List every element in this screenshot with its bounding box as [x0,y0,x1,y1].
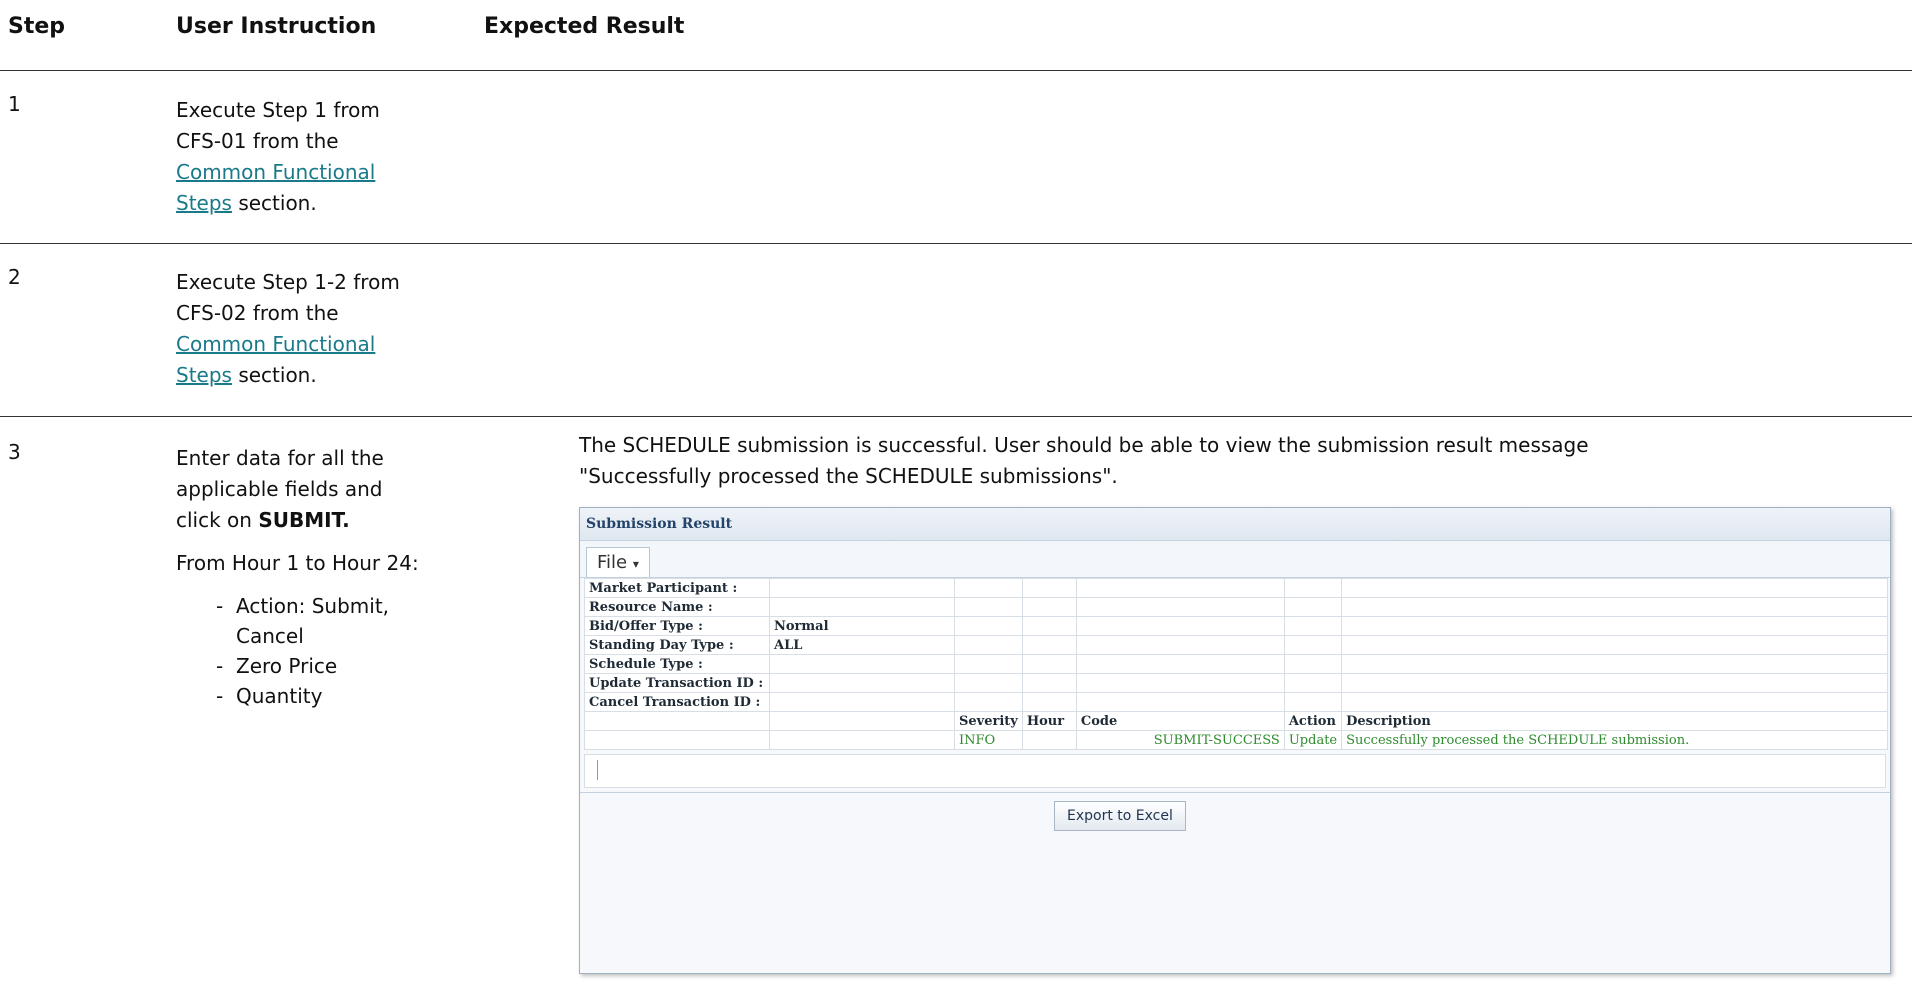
severity-cell: INFO [954,730,1023,750]
header-expected-result: Expected Result [484,14,685,39]
header-step: Step [8,14,66,39]
instruction-line: Enter data for all the [176,446,384,470]
common-functional-steps-link[interactable]: Common Functional [176,332,375,356]
export-to-excel-button[interactable]: Export to Excel [1054,801,1186,831]
panel-toolbar: File ▾ [580,541,1890,578]
list-item: - Action: Submit, [216,594,390,618]
instruction-line: Execute Step 1-2 from [176,270,400,294]
code-cell: SUBMIT-SUCCESS [1075,730,1285,750]
hour-range-text: From Hour 1 to Hour 24: [176,551,419,575]
expected-result-text: The SCHEDULE submission is successful. U… [579,433,1589,488]
instruction-cell: Execute Step 1-2 from CFS-02 from the Co… [176,267,400,391]
submit-keyword: SUBMIT. [258,508,350,532]
column-header-hour: Hour [1021,711,1077,731]
instruction-cell: Enter data for all the applicable fields… [176,443,419,711]
description-cell: Successfully processed the SCHEDULE subm… [1341,730,1888,750]
divider [0,70,1912,71]
header-user-instruction: User Instruction [176,14,377,39]
chevron-down-icon: ▾ [632,557,639,571]
panel-title: Submission Result [580,508,1890,541]
step-number: 1 [8,92,21,116]
panel-footer: Export to Excel [580,792,1890,843]
divider [0,416,1912,417]
column-header-action: Action [1283,711,1343,731]
column-header-severity: Severity [954,711,1023,731]
common-functional-steps-link[interactable]: Common Functional [176,160,375,184]
file-menu-button[interactable]: File ▾ [586,547,650,577]
step-number: 2 [8,265,21,289]
step-number: 3 [8,440,21,464]
table-row: Resource Name : [584,597,1888,617]
table-row: Cancel Transaction ID : [584,692,1888,712]
column-header-description: Description [1341,711,1888,731]
submission-result-panel: Submission Result File ▾ Market Particip… [579,507,1891,974]
result-scroll-area[interactable] [584,754,1886,788]
instruction-line: Execute Step 1 from [176,98,380,122]
table-row: Bid/Offer Type : Normal [584,616,1888,636]
hour-cell [1021,730,1077,750]
table-row: Update Transaction ID : [584,673,1888,693]
instruction-line: CFS-01 from the [176,129,339,153]
table-row: Market Participant : [584,578,1888,598]
steps-link[interactable]: Steps [176,191,232,215]
divider [0,243,1912,244]
list-item: Cancel [236,624,304,648]
instruction-cell: Execute Step 1 from CFS-01 from the Comm… [176,95,380,219]
action-cell: Update [1283,730,1343,750]
instruction-tail: section. [231,363,317,387]
list-item: - Zero Price [216,654,338,678]
list-item: - Quantity [216,684,323,708]
instruction-line: applicable fields and [176,477,383,501]
steps-link[interactable]: Steps [176,363,232,387]
table-header-row: Severity Hour Code Action Description [584,711,1888,731]
table-row: INFO SUBMIT-SUCCESS Update Successfully … [584,730,1888,750]
result-table: Market Participant : Resource Name : Bid… [584,578,1888,750]
options-list: - Action: Submit, Cancel - Zero Price - Qua… [176,591,419,711]
scroll-handle[interactable] [597,760,598,780]
table-row: Standing Day Type : ALL [584,635,1888,655]
table-row: Schedule Type : [584,654,1888,674]
column-header-code: Code [1075,711,1285,731]
instruction-line: CFS-02 from the [176,301,339,325]
instruction-line: click on [176,508,259,532]
instruction-tail: section. [231,191,317,215]
